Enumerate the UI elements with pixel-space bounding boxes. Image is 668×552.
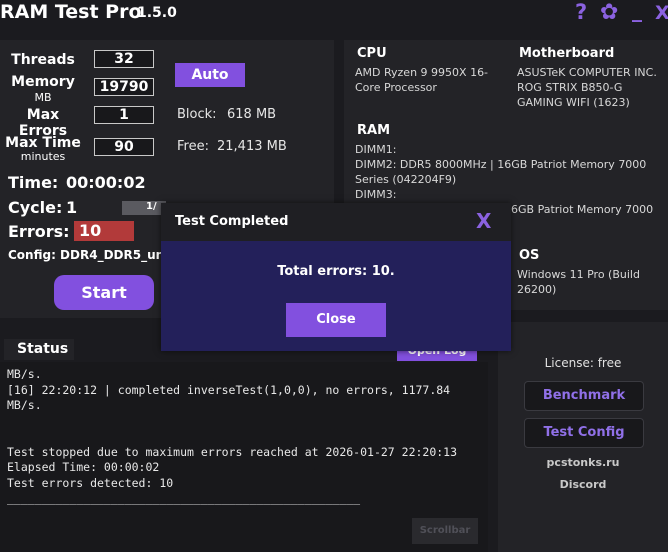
os-value: Windows 11 Pro (Build 26200) <box>517 268 640 296</box>
app-title: RAM Test Pro <box>0 1 142 23</box>
cycle-label: Cycle: <box>8 198 63 217</box>
free-value: 21,413 MB <box>217 139 287 154</box>
block-label: Block: <box>177 107 217 122</box>
memory-input[interactable]: 19790 <box>94 78 154 96</box>
close-window-icon[interactable]: X <box>655 2 668 24</box>
threads-label: Threads <box>11 52 75 68</box>
motherboard-value: ASUSTeK COMPUTER INC. ROG STRIX B850-G G… <box>517 66 657 109</box>
max-time-label: Max Time <box>5 135 81 151</box>
app-version: 1.5.0 <box>137 5 177 21</box>
errors-value: 10 <box>74 221 134 241</box>
free-label: Free: <box>177 139 209 154</box>
test-completed-dialog: Test Completed X Total errors: 10. Close <box>161 203 511 351</box>
os-header: OS <box>519 248 540 263</box>
max-time-input[interactable]: 90 <box>94 138 154 156</box>
ram-dimm4-fragment: 6GB Patriot Memory 7000 <box>511 203 654 216</box>
log-output: MB/s. [16] 22:20:12 | completed inverseT… <box>0 362 488 552</box>
cycle-value: 1 <box>66 198 78 217</box>
license-label: License: free <box>544 356 622 370</box>
threads-input[interactable]: 32 <box>94 50 154 68</box>
test-config-button[interactable]: Test Config <box>524 418 644 448</box>
dialog-title: Test Completed <box>175 214 289 229</box>
cycle-progress-text: 1/ <box>146 201 157 212</box>
memory-unit-label: MB <box>34 91 52 104</box>
dialog-close-button[interactable]: Close <box>286 303 386 337</box>
errors-label: Errors: <box>8 222 70 241</box>
memory-label: Memory <box>11 74 75 90</box>
cycle-progress-bar: 1/ <box>122 201 166 215</box>
ram-dimm3: DIMM3: <box>355 188 397 201</box>
ram-dimm2: DIMM2: DDR5 8000MHz | 16GB Patriot Memor… <box>355 158 647 171</box>
time-value: 00:00:02 <box>66 173 146 192</box>
settings-gear-icon[interactable]: ✿ <box>600 0 618 25</box>
motherboard-header: Motherboard <box>519 46 615 61</box>
discord-link[interactable]: Discord <box>498 478 668 491</box>
start-button[interactable]: Start <box>54 275 154 310</box>
benchmark-button[interactable]: Benchmark <box>524 381 644 411</box>
log-text: MB/s. [16] 22:20:12 | completed inverseT… <box>7 367 458 505</box>
auto-button[interactable]: Auto <box>175 63 245 87</box>
config-label: Config: DDR4_DDR5_univ <box>8 248 177 262</box>
site-link[interactable]: pcstonks.ru <box>498 456 668 469</box>
max-time-unit-label: minutes <box>20 150 66 163</box>
time-label: Time: <box>8 173 59 192</box>
ram-dimm1: DIMM1: <box>355 143 397 156</box>
status-title: Status <box>4 339 74 360</box>
max-errors-input[interactable]: 1 <box>94 106 154 124</box>
log-scrollbar[interactable]: Scrollbar <box>412 518 478 544</box>
block-value: 618 MB <box>227 107 277 122</box>
ram-dimm2-series: Series (042204F9) <box>355 173 457 186</box>
cpu-header: CPU <box>357 46 387 61</box>
help-icon[interactable]: ? <box>575 0 587 24</box>
cpu-value: AMD Ryzen 9 9950X 16- Core Processor <box>355 66 489 94</box>
ram-header: RAM <box>357 123 391 138</box>
dialog-close-icon[interactable]: X <box>476 209 491 233</box>
minimize-icon[interactable]: _ <box>632 0 642 22</box>
dialog-message: Total errors: 10. <box>277 264 395 279</box>
